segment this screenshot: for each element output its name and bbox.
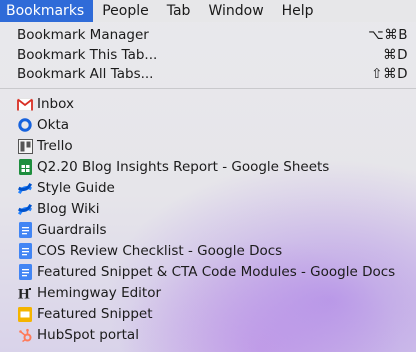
menubar-item-people[interactable]: People xyxy=(93,0,158,22)
menu-divider xyxy=(0,88,416,89)
bookmark-item-inbox[interactable]: Inbox xyxy=(0,94,416,115)
bookmark-label: Guardrails xyxy=(37,222,107,238)
menubar-item-help[interactable]: Help xyxy=(273,0,323,22)
bookmark-label: Inbox xyxy=(37,96,74,112)
google-slides-icon xyxy=(17,306,33,322)
bookmark-item-trello[interactable]: Trello xyxy=(0,136,416,157)
bookmarks-menu: Bookmark Manager ⌥⌘B Bookmark This Tab..… xyxy=(0,22,416,352)
bookmark-item-style-guide[interactable]: Style Guide xyxy=(0,178,416,199)
menubar-item-window[interactable]: Window xyxy=(199,0,272,22)
bookmark-item-featured-snippet[interactable]: Featured Snippet xyxy=(0,304,416,325)
bookmark-label: Hemingway Editor xyxy=(37,285,162,301)
svg-text:H: H xyxy=(18,287,30,302)
bookmark-item-hubspot-portal[interactable]: HubSpot portal xyxy=(0,325,416,346)
trello-icon xyxy=(17,138,33,154)
menu-item-bookmark-all-tabs[interactable]: Bookmark All Tabs... ⇧⌘D xyxy=(0,63,416,84)
menubar-item-tab[interactable]: Tab xyxy=(158,0,200,22)
menubar-item-bookmarks[interactable]: Bookmarks xyxy=(0,0,94,22)
bookmark-item-q2-blog-insights[interactable]: Q2.20 Blog Insights Report - Google Shee… xyxy=(0,157,416,178)
bookmark-item-blog-wiki[interactable]: Blog Wiki xyxy=(0,199,416,220)
confluence-icon xyxy=(17,180,33,196)
bookmark-label: Trello xyxy=(37,138,73,154)
google-sheets-icon xyxy=(17,159,33,175)
bookmark-label: Featured Snippet & CTA Code Modules - Go… xyxy=(37,264,396,280)
menu-item-bookmark-manager[interactable]: Bookmark Manager ⌥⌘B xyxy=(0,24,416,45)
menu-item-label: Bookmark This Tab... xyxy=(17,46,158,63)
hubspot-icon xyxy=(17,327,33,343)
bookmark-label: Featured Snippet xyxy=(37,306,153,322)
bookmark-item-okta[interactable]: Okta xyxy=(0,115,416,136)
okta-icon xyxy=(17,117,33,133)
bookmark-label: Style Guide xyxy=(37,180,115,196)
menu-item-label: Bookmark All Tabs... xyxy=(17,65,154,82)
bookmark-label: HubSpot portal xyxy=(37,327,139,343)
bookmark-label: Okta xyxy=(37,117,70,133)
bookmark-label: COS Review Checklist - Google Docs xyxy=(37,243,283,259)
confluence-icon xyxy=(17,201,33,217)
bookmark-label: Blog Wiki xyxy=(37,201,100,217)
bookmark-item-guardrails[interactable]: Guardrails xyxy=(0,220,416,241)
hemingway-icon: H xyxy=(17,285,33,301)
google-docs-icon xyxy=(17,243,33,259)
bookmark-item-cos-review-checklist[interactable]: COS Review Checklist - Google Docs xyxy=(0,241,416,262)
menu-bar: Bookmarks People Tab Window Help xyxy=(0,0,416,22)
bookmark-label: Q2.20 Blog Insights Report - Google Shee… xyxy=(37,159,330,175)
menu-item-shortcut: ⌘D xyxy=(383,46,408,63)
bookmark-item-featured-snippet-cta[interactable]: Featured Snippet & CTA Code Modules - Go… xyxy=(0,262,416,283)
menu-item-bookmark-this-tab[interactable]: Bookmark This Tab... ⌘D xyxy=(0,44,416,65)
google-docs-icon xyxy=(17,222,33,238)
menu-item-label: Bookmark Manager xyxy=(17,26,149,43)
menu-item-shortcut: ⌥⌘B xyxy=(368,26,408,43)
bookmark-item-hemingway-editor[interactable]: H Hemingway Editor xyxy=(0,283,416,304)
menu-item-shortcut: ⇧⌘D xyxy=(371,65,408,82)
gmail-icon xyxy=(17,96,33,112)
google-docs-icon xyxy=(17,264,33,280)
